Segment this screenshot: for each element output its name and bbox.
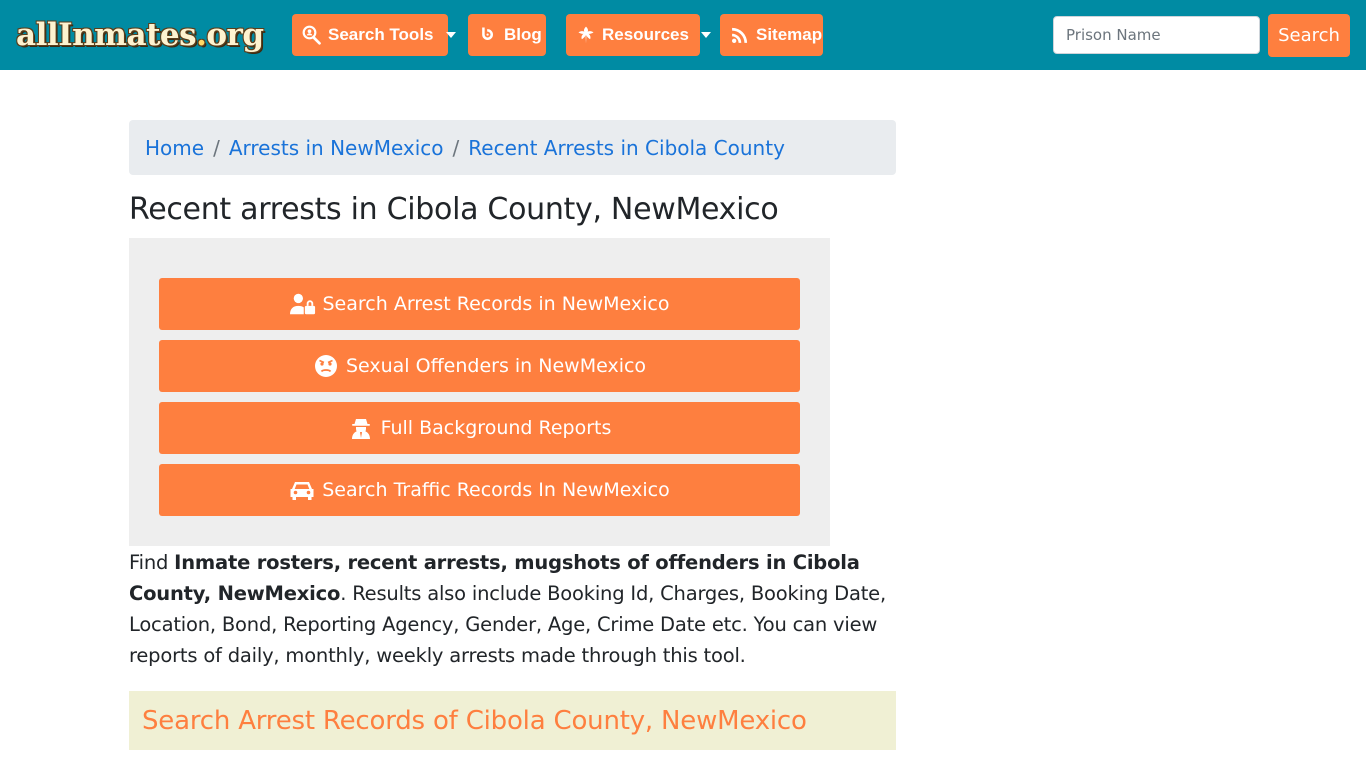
user-secret-icon <box>351 419 370 439</box>
nav-blog-label: Blog <box>504 25 542 44</box>
nav-search-tools-label: Search Tools <box>328 25 434 44</box>
prison-name-input[interactable] <box>1053 16 1260 54</box>
search-button[interactable]: Search <box>1268 14 1350 57</box>
search-arrest-records-button[interactable]: Search Arrest Records in NewMexico <box>159 278 800 330</box>
breadcrumb-recent-arrests-cibola[interactable]: Recent Arrests in Cibola County <box>468 136 785 160</box>
nav-sitemap-label: Sitemap <box>756 25 823 44</box>
description-paragraph: Find Inmate rosters, recent arrests, mug… <box>129 551 886 667</box>
full-background-reports-label: Full Background Reports <box>380 417 612 439</box>
logo-text: allInmates.org <box>16 17 264 53</box>
search-person-icon <box>302 25 321 45</box>
section-title: Search Arrest Records of Cibola County, … <box>142 705 807 736</box>
chevron-down-icon <box>445 32 456 38</box>
breadcrumb-home[interactable]: Home <box>145 136 204 160</box>
sexual-offenders-button[interactable]: Sexual Offenders in NewMexico <box>159 340 800 392</box>
nav-blog[interactable]: Blog <box>468 14 546 56</box>
nav-sitemap[interactable]: Sitemap <box>720 14 823 56</box>
breadcrumb: Home / Arrests in NewMexico / Recent Arr… <box>129 120 896 175</box>
site-logo[interactable]: allInmates.org <box>16 14 268 56</box>
navbar: allInmates.org Search Tools Blog Resourc… <box>0 0 1366 70</box>
angry-face-icon <box>314 355 337 377</box>
nav-resources[interactable]: Resources <box>566 14 711 56</box>
nav-resources-label: Resources <box>602 25 689 44</box>
blogger-icon <box>482 27 493 40</box>
search-arrest-records-section: Search Arrest Records of Cibola County, … <box>129 691 896 750</box>
action-panel: Search Arrest Records in NewMexico Sexua… <box>129 238 830 546</box>
leaf-icon <box>578 26 594 44</box>
chevron-down-icon <box>700 32 711 38</box>
search-traffic-records-button[interactable]: Search Traffic Records In NewMexico <box>159 464 800 516</box>
full-background-reports-button[interactable]: Full Background Reports <box>159 402 800 454</box>
search-traffic-records-label: Search Traffic Records In NewMexico <box>322 479 670 501</box>
page-title: Recent arrests in Cibola County, NewMexi… <box>129 192 779 227</box>
sexual-offenders-label: Sexual Offenders in NewMexico <box>345 355 647 377</box>
breadcrumb-arrests-newmexico[interactable]: Arrests in NewMexico <box>229 136 444 160</box>
car-icon <box>290 482 314 500</box>
breadcrumb-separator: / <box>452 135 460 160</box>
breadcrumb-separator: / <box>213 135 220 160</box>
search-arrest-records-label: Search Arrest Records in NewMexico <box>322 293 670 315</box>
user-lock-icon <box>289 293 315 315</box>
nav-search-tools[interactable]: Search Tools <box>292 14 456 56</box>
rss-icon <box>732 27 748 43</box>
